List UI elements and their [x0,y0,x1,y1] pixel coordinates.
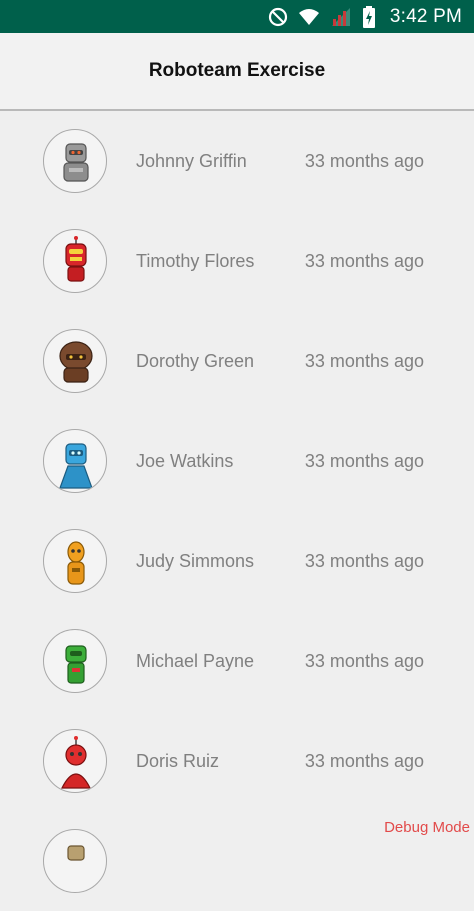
user-name: Judy Simmons [136,551,255,571]
user-name: Johnny Griffin [136,151,247,171]
robot-avatar [43,129,107,193]
list-item[interactable]: Judy Simmons 33 months ago [0,511,474,611]
robot-avatar [43,529,107,593]
user-time: 33 months ago [304,251,424,271]
debug-mode-label: Debug Mode [384,819,470,836]
battery-charging-icon [362,5,376,28]
list-item[interactable]: Johnny Griffin 33 months ago [0,111,474,211]
user-time: 33 months ago [304,651,424,671]
status-icons: 3:42 PM [268,0,462,33]
robot-avatar [43,329,107,393]
user-time: 33 months ago [304,551,424,571]
robot-avatar [43,829,107,893]
app-title: Roboteam Exercise [148,60,326,81]
list-item[interactable]: Michael Payne 33 months ago [0,611,474,711]
user-name: Joe Watkins [136,451,234,471]
wifi-icon [298,8,320,26]
list-item[interactable]: Dorothy Green 33 months ago [0,311,474,411]
list-item[interactable]: Timothy Flores 33 months ago [0,211,474,311]
robot-avatar [43,429,107,493]
user-time: 33 months ago [304,451,424,471]
signal-off-icon [330,7,352,27]
robot-avatar [43,729,107,793]
user-name: Timothy Flores [136,251,255,271]
user-list[interactable]: Johnny Griffin 33 months ago Timothy Flo… [0,111,474,911]
user-time: 33 months ago [304,351,424,371]
user-time: 33 months ago [304,751,424,771]
list-item[interactable]: Joe Watkins 33 months ago [0,411,474,511]
robot-avatar [43,229,107,293]
user-name: Dorothy Green [136,351,255,371]
status-time: 3:42 PM [389,5,462,27]
robot-avatar [43,629,107,693]
status-bar: 3:42 PM [0,0,474,33]
do-not-disturb-icon [268,7,288,27]
user-time: 33 months ago [304,151,424,171]
user-name: Michael Payne [136,651,255,671]
app-bar: Roboteam Exercise [0,33,474,111]
list-item[interactable]: Doris Ruiz 33 months ago [0,711,474,811]
user-name: Doris Ruiz [136,751,220,771]
